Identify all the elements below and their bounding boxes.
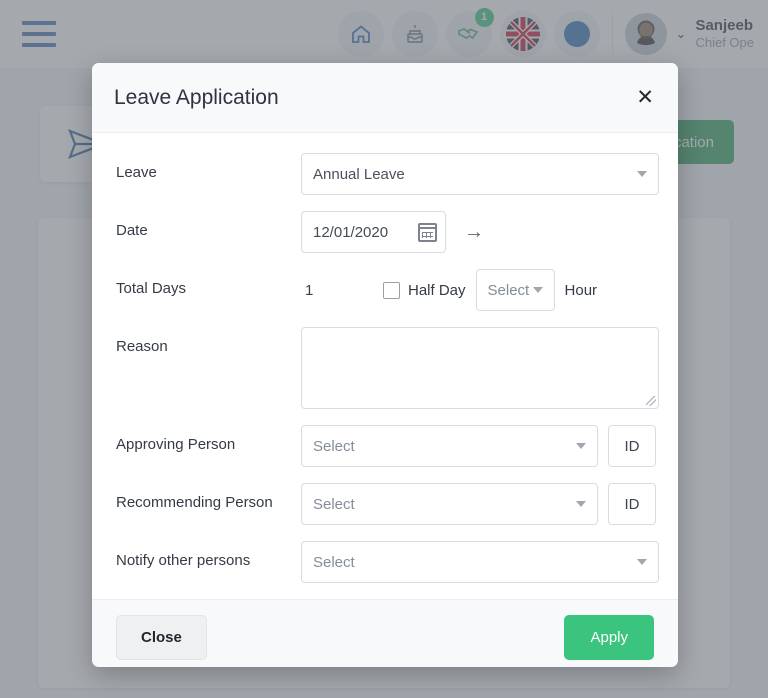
leave-control: Annual Leave xyxy=(301,153,659,195)
leave-label: Leave xyxy=(116,164,157,181)
form-row-date: Date 12/01/2020 → xyxy=(116,211,656,253)
leave-select-value: Annual Leave xyxy=(313,165,405,183)
approving-person-id-button[interactable]: ID xyxy=(608,425,656,467)
notify-other-persons-label: Notify other persons xyxy=(116,552,251,569)
approving-person-label: Approving Person xyxy=(116,436,236,453)
hour-label: Hour xyxy=(564,281,598,299)
leave-select[interactable]: Annual Leave xyxy=(301,153,659,195)
form-row-recommending-person: Recommending Person Select ID xyxy=(116,483,656,525)
dialog-header: Leave Application ✕ xyxy=(92,63,678,133)
chevron-down-icon xyxy=(532,287,543,293)
dialog-body: Leave Annual Leave Date 12/01/2020 → Tot… xyxy=(92,133,678,599)
approving-person-select[interactable]: Select xyxy=(301,425,598,467)
recommending-person-select[interactable]: Select xyxy=(301,483,598,525)
chevron-down-icon xyxy=(637,171,647,177)
form-row-reason: Reason xyxy=(116,327,659,409)
notify-other-persons-control: Select xyxy=(301,541,659,583)
close-icon[interactable]: ✕ xyxy=(636,87,654,108)
hour-select-value: Select xyxy=(487,281,530,299)
recommending-person-control: Select ID xyxy=(301,483,656,525)
chevron-down-icon xyxy=(637,559,647,565)
form-row-approving-person: Approving Person Select ID xyxy=(116,425,656,467)
chevron-down-icon xyxy=(576,501,586,507)
half-day-checkbox-box[interactable] xyxy=(383,281,400,299)
half-day-label: Half Day xyxy=(408,281,466,299)
total-days-value: 1 xyxy=(305,281,314,299)
recommending-person-label: Recommending Person xyxy=(116,494,273,511)
recommending-person-select-value: Select xyxy=(313,495,355,513)
form-row-leave: Leave Annual Leave xyxy=(116,153,659,195)
reason-label: Reason xyxy=(116,338,168,355)
calendar-icon[interactable] xyxy=(418,222,437,242)
date-input-value: 12/01/2020 xyxy=(313,223,389,241)
dialog-footer: Close Apply xyxy=(92,599,678,667)
recommending-person-id-button[interactable]: ID xyxy=(608,483,656,525)
form-row-notify-other-persons: Notify other persons Select xyxy=(116,541,659,583)
hour-select[interactable]: Select xyxy=(475,269,555,311)
form-row-total-days: Total Days 1 Half Day Select Hour xyxy=(116,269,656,311)
date-control: 12/01/2020 → xyxy=(301,211,656,253)
chevron-down-icon xyxy=(576,443,586,449)
half-day-checkbox[interactable]: Half Day xyxy=(383,281,466,299)
notify-other-persons-select[interactable]: Select xyxy=(301,541,659,583)
notify-other-persons-select-value: Select xyxy=(313,553,355,571)
dialog-title: Leave Application xyxy=(114,85,279,109)
apply-button[interactable]: Apply xyxy=(564,615,654,660)
approving-person-select-value: Select xyxy=(313,437,355,455)
reason-textarea[interactable] xyxy=(301,327,659,409)
approving-person-control: Select ID xyxy=(301,425,656,467)
leave-application-dialog: Leave Application ✕ Leave Annual Leave D… xyxy=(92,63,678,667)
close-button[interactable]: Close xyxy=(116,615,207,660)
total-days-control: 1 Half Day Select Hour xyxy=(301,269,656,311)
date-label: Date xyxy=(116,222,148,239)
total-days-label: Total Days xyxy=(116,280,187,297)
reason-control xyxy=(301,327,659,409)
date-input[interactable]: 12/01/2020 xyxy=(301,211,446,253)
arrow-right-icon[interactable]: → xyxy=(464,221,484,244)
